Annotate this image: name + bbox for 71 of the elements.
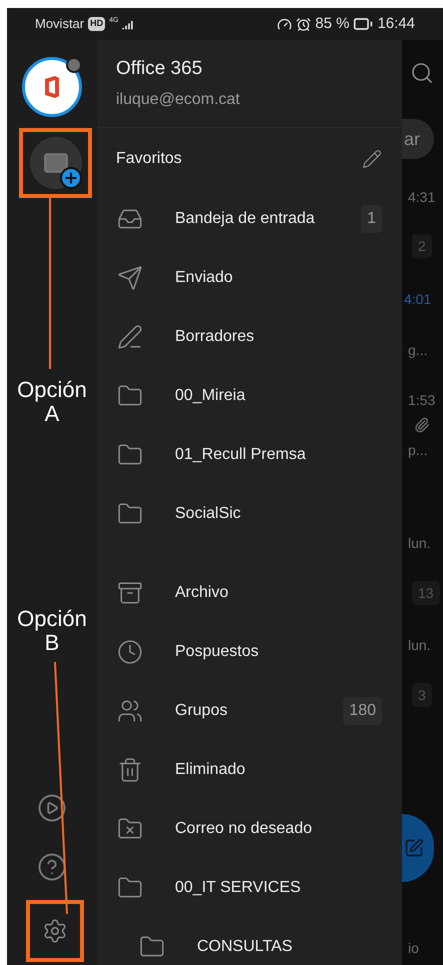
folder-label: Bandeja de entrada bbox=[175, 208, 315, 228]
folder-label: 00_IT SERVICES bbox=[175, 878, 301, 898]
message-time: 4:01 bbox=[404, 290, 432, 309]
folder-icon bbox=[117, 382, 143, 408]
carrier-name: Movistar bbox=[35, 15, 84, 34]
message-count: 2 bbox=[412, 234, 432, 258]
trash-icon bbox=[117, 756, 143, 782]
folder-label: SocialSic bbox=[175, 504, 241, 524]
folder-label: 01_Recull Premsa bbox=[175, 444, 306, 464]
data-saver-icon bbox=[277, 16, 292, 32]
pen-icon bbox=[117, 324, 143, 350]
archive-icon bbox=[117, 580, 143, 606]
account-name: Office 365 bbox=[116, 57, 204, 82]
filter-button[interactable]: ar bbox=[402, 119, 434, 159]
folder-item[interactable]: Borradores bbox=[97, 307, 402, 366]
folder-item[interactable]: Bandeja de entrada 1 bbox=[97, 189, 402, 248]
folder-item[interactable]: Archivo bbox=[97, 563, 402, 622]
message-text: io bbox=[408, 939, 419, 958]
folder-item[interactable]: Enviado bbox=[97, 248, 402, 307]
people-icon bbox=[117, 698, 143, 724]
message-count: 13 bbox=[412, 581, 440, 605]
search-icon[interactable] bbox=[410, 61, 434, 85]
folder-label: Borradores bbox=[175, 326, 254, 346]
folder-x-icon bbox=[117, 816, 143, 842]
add-account-button[interactable] bbox=[30, 137, 82, 189]
annotation-label: Opción A bbox=[16, 378, 88, 426]
folder-item[interactable]: 01_Recull Premsa bbox=[97, 425, 402, 484]
folder-item[interactable]: Pospuestos bbox=[97, 622, 402, 681]
folder-icon bbox=[117, 874, 143, 900]
message-text: 1:53 bbox=[408, 391, 436, 410]
section-title: Favoritos bbox=[116, 148, 182, 168]
message-text: lun. bbox=[408, 636, 431, 655]
folder-item[interactable]: Grupos 180 bbox=[97, 681, 402, 740]
folder-icon bbox=[139, 934, 165, 960]
settings-button[interactable] bbox=[42, 918, 68, 944]
clock-icon bbox=[117, 638, 143, 664]
compose-icon bbox=[404, 838, 424, 858]
message-text: lun. bbox=[408, 534, 431, 553]
annotation-label: Opción B bbox=[16, 607, 88, 655]
folder-icon bbox=[117, 442, 143, 468]
folder-label: 00_Mireia bbox=[175, 386, 246, 406]
folder-label: CONSULTAS bbox=[197, 936, 292, 956]
clock-time: 16:44 bbox=[377, 14, 415, 34]
send-icon bbox=[117, 264, 143, 290]
folder-item[interactable]: Eliminado bbox=[97, 740, 402, 799]
edit-icon[interactable] bbox=[362, 148, 382, 168]
folder-label: Archivo bbox=[175, 582, 228, 602]
unread-count: 1 bbox=[361, 204, 382, 232]
plus-badge bbox=[60, 167, 82, 189]
message-text: 4:31 bbox=[408, 188, 436, 207]
hd-badge: HD bbox=[88, 17, 106, 31]
folder-label: Enviado bbox=[175, 268, 233, 288]
message-text: g... bbox=[408, 341, 428, 360]
folder-item[interactable]: SocialSic bbox=[97, 484, 402, 543]
folder-icon bbox=[117, 500, 143, 526]
account-email: iluque@ecom.cat bbox=[116, 90, 241, 110]
folder-label: Correo no deseado bbox=[175, 818, 312, 838]
paperclip-icon bbox=[414, 417, 430, 433]
folder-item[interactable]: CONSULTAS bbox=[97, 917, 402, 965]
logo-icon bbox=[43, 75, 61, 99]
folder-item[interactable]: 00_IT SERVICES bbox=[97, 858, 402, 917]
alarm-icon bbox=[296, 16, 312, 32]
message-text: p... bbox=[408, 441, 428, 460]
folder-item[interactable]: 00_Mireia bbox=[97, 366, 402, 425]
folder-label: Eliminado bbox=[175, 760, 246, 780]
folder-label: Pospuestos bbox=[175, 642, 259, 662]
battery-percent: 85 % bbox=[315, 14, 350, 34]
unread-count: 180 bbox=[343, 696, 382, 724]
folder-label: Grupos bbox=[175, 700, 228, 720]
folder-item[interactable]: Correo no deseado bbox=[97, 799, 402, 858]
message-count: 3 bbox=[412, 683, 432, 707]
